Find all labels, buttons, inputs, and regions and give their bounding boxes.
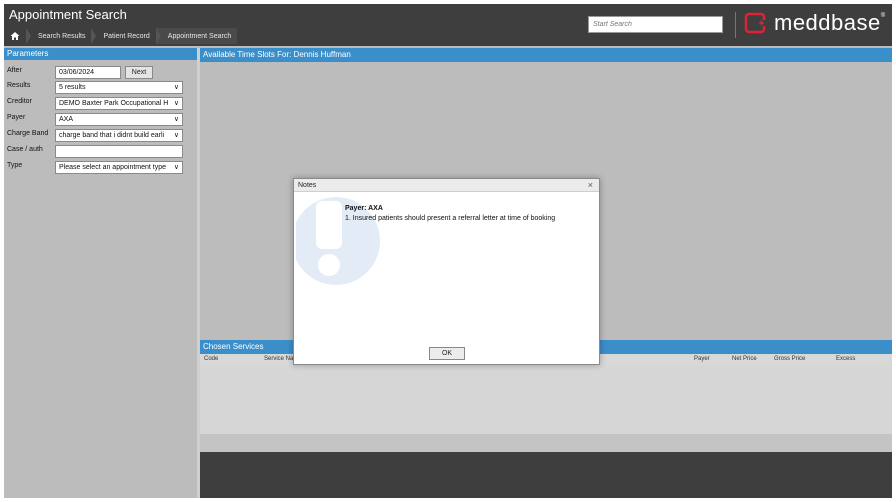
creditor-select[interactable]: DEMO Baxter Park Occupational H ∨ (55, 97, 183, 110)
param-row-case: Case / auth (4, 145, 197, 159)
home-icon[interactable] (4, 28, 26, 44)
notes-dialog: Notes × Payer: AXA 1. Insured patients s… (293, 178, 600, 365)
type-value: Please select an appointment type (59, 164, 167, 171)
slots-header: Available Time Slots For: Dennis Huffman (200, 48, 892, 62)
payer-select[interactable]: AXA ∨ (55, 113, 183, 126)
column-net-price[interactable]: Net Price (732, 356, 757, 362)
creditor-value: DEMO Baxter Park Occupational H (59, 100, 169, 107)
column-excess[interactable]: Excess (836, 356, 855, 362)
notes-dialog-titlebar: Notes × (294, 179, 599, 192)
breadcrumb: Search Results Patient Record Appointmen… (4, 28, 238, 44)
logo-registered-mark: ® (880, 13, 886, 19)
charge-band-select[interactable]: charge band that i didnt build earli ∨ (55, 129, 183, 142)
parameters-panel: Parameters After 03/06/2024 Next Results… (4, 48, 197, 498)
notes-text: 1. Insured patients should present a ref… (345, 215, 556, 222)
logo-text: meddbase (774, 10, 881, 35)
top-header: Appointment Search Search Results Patien… (4, 4, 892, 46)
results-value: 5 results (59, 84, 86, 91)
ok-button[interactable]: OK (429, 347, 465, 360)
param-row-type: Type Please select an appointment type ∨ (4, 161, 197, 175)
notes-dialog-title: Notes (298, 182, 317, 189)
charge-band-value: charge band that i didnt build earli (59, 132, 165, 139)
search-input[interactable] (588, 16, 723, 33)
chevron-down-icon: ∨ (173, 100, 179, 107)
breadcrumb-search-results[interactable]: Search Results (26, 28, 91, 44)
close-icon[interactable]: × (588, 180, 593, 190)
type-label: Type (7, 162, 23, 169)
chevron-down-icon: ∨ (173, 132, 179, 139)
results-label: Results (7, 82, 31, 89)
app-window: Appointment Search Search Results Patien… (4, 4, 892, 498)
param-row-charge-band: Charge Band charge band that i didnt bui… (4, 129, 197, 143)
page-title: Appointment Search (9, 7, 127, 22)
payer-value: AXA (59, 116, 74, 123)
param-row-payer: Payer AXA ∨ (4, 113, 197, 127)
payer-label: Payer (7, 114, 26, 121)
services-table-body (200, 366, 892, 434)
next-button[interactable]: Next (125, 66, 153, 79)
meddbase-logo-icon (744, 12, 766, 34)
column-code[interactable]: Code (204, 356, 218, 362)
chevron-down-icon: ∨ (173, 116, 179, 123)
parameters-header: Parameters (4, 48, 197, 60)
creditor-label: Creditor (7, 98, 32, 105)
breadcrumb-patient-record[interactable]: Patient Record (91, 28, 155, 44)
param-row-creditor: Creditor DEMO Baxter Park Occupational H… (4, 97, 197, 111)
column-gross-price[interactable]: Gross Price (774, 356, 805, 362)
after-label: After (7, 67, 22, 74)
after-date-input[interactable]: 03/06/2024 (55, 66, 121, 79)
results-select[interactable]: 5 results ∨ (55, 81, 183, 94)
header-divider (735, 12, 736, 38)
column-payer[interactable]: Payer (694, 356, 710, 362)
param-row-results: Results 5 results ∨ (4, 81, 197, 95)
chevron-down-icon: ∨ (173, 164, 179, 171)
param-row-after: After 03/06/2024 Next (4, 66, 197, 80)
column-service-name[interactable]: Service Na (264, 356, 293, 362)
meddbase-logo: meddbase ® (744, 10, 885, 36)
services-footer (200, 434, 892, 452)
case-auth-input[interactable] (55, 145, 183, 158)
case-label: Case / auth (7, 146, 43, 153)
chevron-down-icon: ∨ (173, 84, 179, 91)
charge-band-label: Charge Band (7, 130, 49, 137)
notes-heading: Payer: AXA (345, 205, 383, 212)
bottom-bar (200, 452, 892, 498)
type-select[interactable]: Please select an appointment type ∨ (55, 161, 183, 174)
breadcrumb-appointment-search[interactable]: Appointment Search (155, 28, 238, 44)
